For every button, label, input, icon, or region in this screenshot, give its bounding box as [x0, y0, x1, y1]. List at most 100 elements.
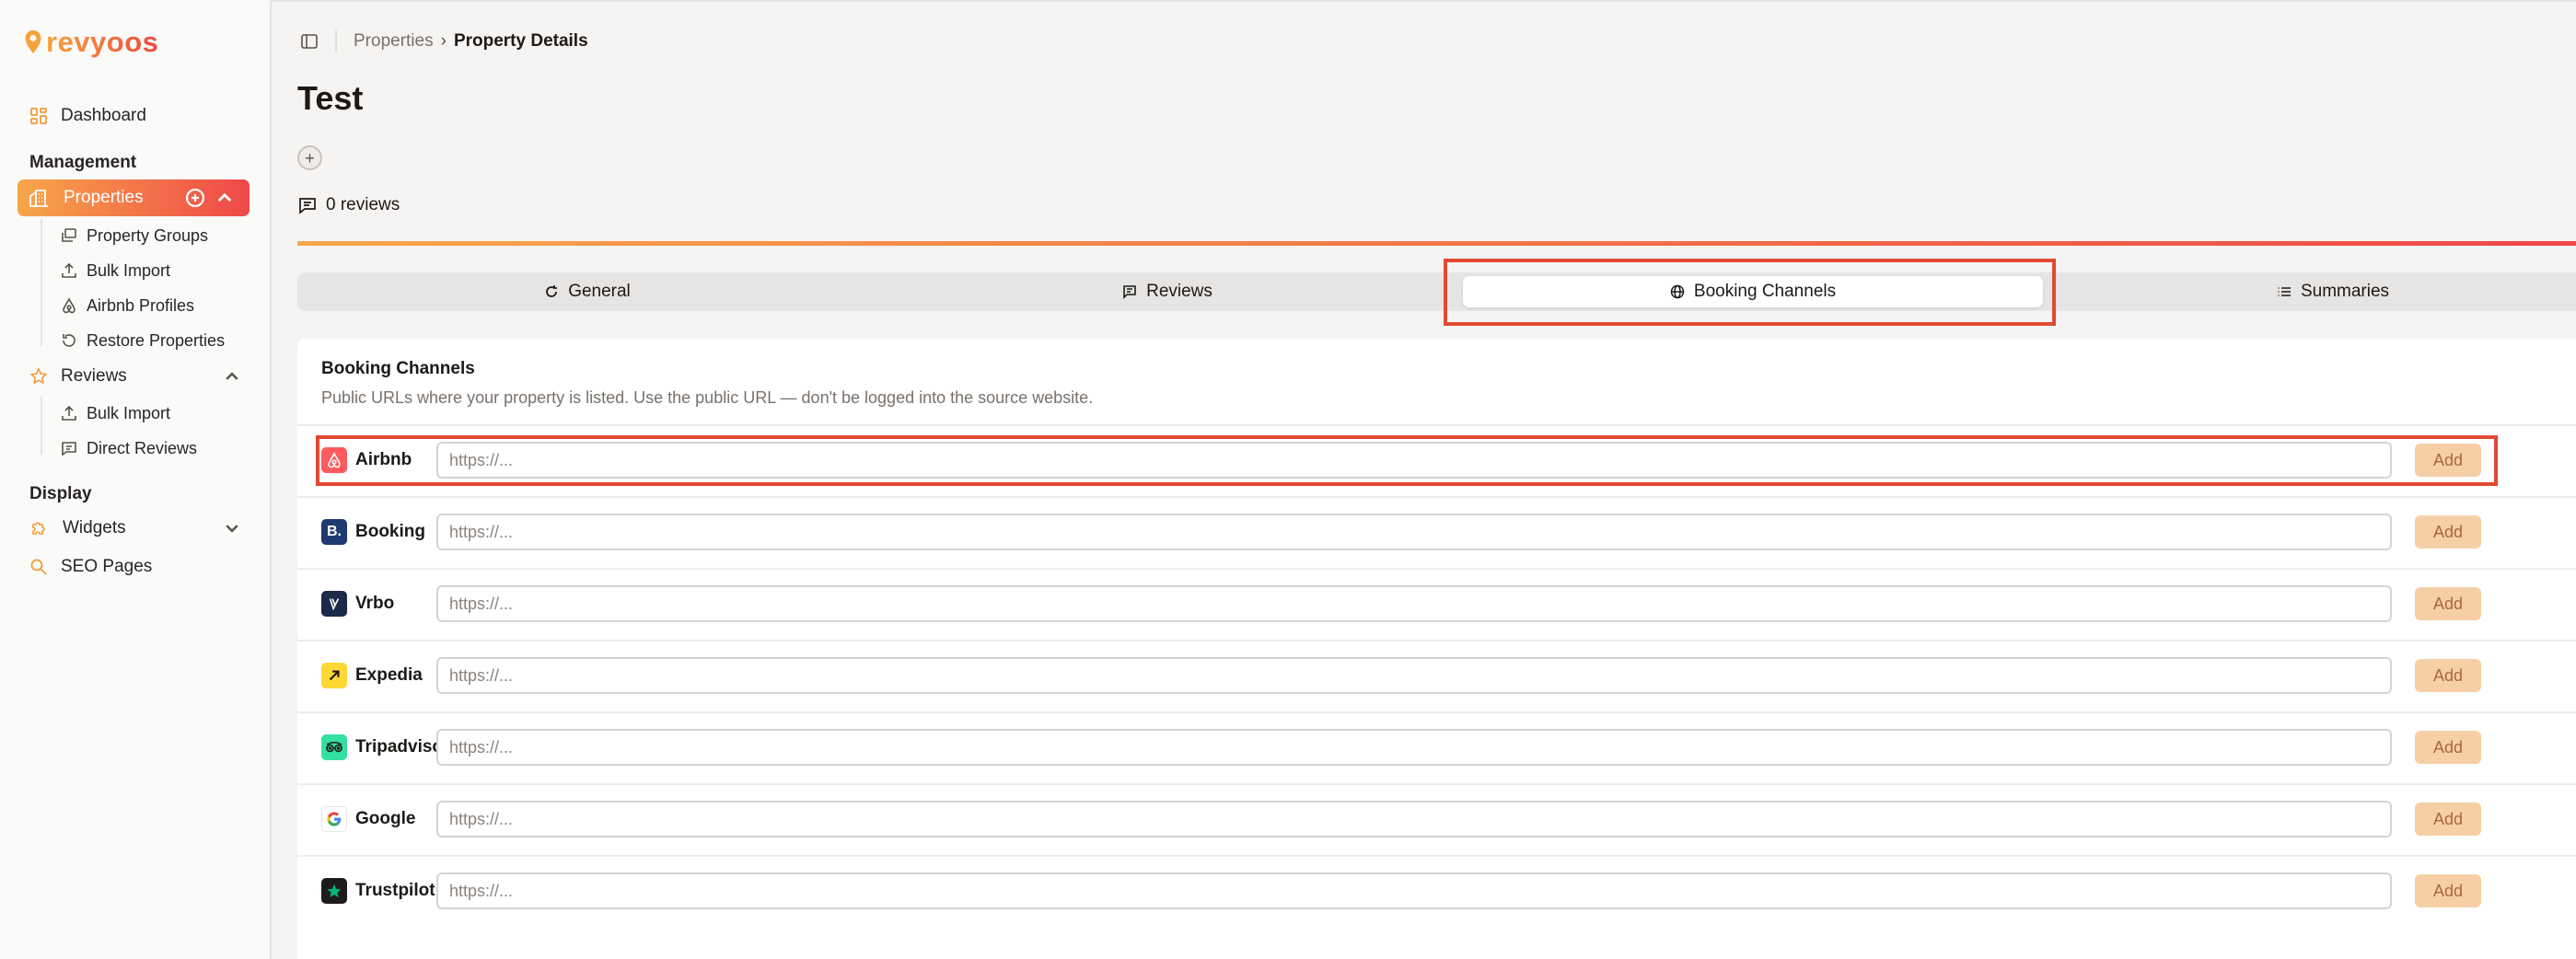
- channel-url-input-expedia[interactable]: [436, 657, 2392, 694]
- tab-label: General: [568, 282, 631, 301]
- sidebar: revyoos Dashboard Management Properties: [0, 0, 272, 959]
- google-icon: [321, 806, 347, 832]
- add-button-trustpilot[interactable]: Add: [2415, 874, 2481, 907]
- sidebar-item-label: Properties: [64, 188, 144, 207]
- sidebar-item-label: Direct Reviews: [87, 438, 198, 457]
- channel-row-trustpilot: Trustpilot Add: [297, 855, 2576, 927]
- airbnb-icon: [321, 447, 347, 473]
- booking-icon: B.: [321, 519, 347, 545]
- breadcrumb-properties[interactable]: Properties: [354, 31, 434, 52]
- sidebar-item-property-groups[interactable]: Property Groups: [61, 222, 208, 249]
- chevron-up-icon[interactable]: [223, 367, 241, 386]
- channel-name: Trustpilot: [355, 881, 435, 900]
- vrbo-icon: [321, 591, 347, 617]
- top-border: [272, 0, 2576, 2]
- grid-icon: [30, 108, 47, 124]
- sidebar-item-label: SEO Pages: [61, 557, 153, 576]
- channel-row-google: Google Add: [297, 783, 2576, 855]
- channel-row-vrbo: Vrbo Add: [297, 568, 2576, 640]
- breadcrumb: Properties › Property Details: [300, 30, 588, 52]
- sidebar-item-seo-pages[interactable]: SEO Pages: [29, 550, 152, 583]
- logo[interactable]: revyoos: [24, 26, 158, 59]
- sidebar-item-label: Widgets: [63, 518, 126, 537]
- list-icon: [2278, 287, 2291, 296]
- sidebar-item-properties[interactable]: Properties: [17, 179, 249, 216]
- channel-name: Booking: [355, 522, 425, 541]
- channel-url-input-booking[interactable]: [436, 514, 2392, 550]
- sidebar-item-widgets[interactable]: Widgets: [29, 512, 241, 545]
- sidebar-item-bulk-import[interactable]: Bulk Import: [61, 257, 170, 284]
- add-button-expedia[interactable]: Add: [2415, 659, 2481, 692]
- upload-icon: [62, 262, 76, 278]
- sidebar-item-reviews-bulk-import[interactable]: Bulk Import: [61, 399, 170, 427]
- layers-icon: [62, 228, 76, 242]
- add-circle-icon[interactable]: [185, 188, 205, 208]
- add-button-vrbo[interactable]: Add: [2415, 587, 2481, 620]
- channel-url-input-tripadvisor[interactable]: [436, 729, 2392, 766]
- sidebar-item-dashboard[interactable]: Dashboard: [29, 99, 146, 133]
- section-display: Display: [29, 484, 92, 503]
- sidebar-item-label: Bulk Import: [87, 260, 171, 280]
- channel-row-booking: B. Booking Add: [297, 496, 2576, 568]
- sidebar-item-airbnb-profiles[interactable]: Airbnb Profiles: [61, 292, 194, 319]
- tripadvisor-icon: [321, 734, 347, 760]
- tab-list: General Reviews Booking Channels Summari…: [297, 272, 2576, 311]
- channel-name: Google: [355, 809, 416, 828]
- building-icon: [29, 190, 48, 207]
- add-button-google[interactable]: Add: [2415, 803, 2481, 836]
- sidebar-item-restore-properties[interactable]: Restore Properties: [61, 327, 225, 354]
- message-icon: [1123, 285, 1136, 299]
- section-management: Management: [29, 153, 137, 172]
- airbnb-icon: [63, 297, 75, 314]
- booking-channels-card: Booking Channels Public URLs where your …: [297, 339, 2576, 959]
- expedia-icon: [321, 663, 347, 688]
- sidebar-toggle-icon[interactable]: [300, 32, 319, 51]
- tab-label: Booking Channels: [1693, 282, 1837, 301]
- channel-url-input-google[interactable]: [436, 801, 2392, 838]
- sidebar-item-reviews[interactable]: Reviews: [29, 360, 241, 393]
- tab-general[interactable]: General: [297, 276, 877, 307]
- tab-summaries[interactable]: Summaries: [2043, 276, 2576, 307]
- tree-line: [41, 219, 42, 346]
- add-button-booking[interactable]: Add: [2415, 515, 2481, 549]
- tab-reviews[interactable]: Reviews: [877, 276, 1457, 307]
- chevron-up-icon[interactable]: [215, 188, 235, 208]
- card-title: Booking Channels: [321, 359, 475, 378]
- chevron-right-icon: ›: [440, 31, 447, 51]
- upload-icon: [62, 405, 76, 421]
- card-subtitle: Public URLs where your property is liste…: [321, 388, 1094, 407]
- sidebar-item-label: Reviews: [61, 366, 127, 386]
- add-tag-button[interactable]: +: [297, 145, 322, 170]
- sidebar-item-label: Bulk Import: [87, 403, 171, 422]
- chevron-down-icon[interactable]: [223, 519, 241, 537]
- reviews-count-text: 0 reviews: [326, 195, 400, 214]
- channel-url-input-vrbo[interactable]: [436, 585, 2392, 622]
- channel-url-input-airbnb[interactable]: [436, 442, 2392, 479]
- add-button-tripadvisor[interactable]: Add: [2415, 731, 2481, 764]
- refresh-icon: [546, 285, 558, 297]
- tab-label: Reviews: [1146, 282, 1213, 301]
- channel-row-tripadvisor: Tripadvisor Add: [297, 711, 2576, 783]
- tab-booking-channels[interactable]: Booking Channels: [1463, 276, 2043, 307]
- location-pin-icon: [25, 30, 41, 53]
- divider: [335, 30, 337, 52]
- reviews-count: 0 reviews: [298, 195, 400, 215]
- star-icon: [29, 367, 48, 385]
- sidebar-item-label: Dashboard: [61, 106, 146, 125]
- message-square-icon: [62, 442, 76, 456]
- breadcrumb-current: Property Details: [453, 31, 588, 51]
- channel-row-expedia: Expedia Add: [297, 640, 2576, 711]
- message-square-icon: [299, 198, 316, 214]
- sidebar-item-label: Property Groups: [87, 225, 209, 245]
- tree-line: [41, 396, 42, 455]
- tab-label: Summaries: [2300, 282, 2390, 301]
- sidebar-item-label: Restore Properties: [87, 330, 226, 350]
- sidebar-item-direct-reviews[interactable]: Direct Reviews: [61, 434, 197, 462]
- add-button-airbnb[interactable]: Add: [2415, 444, 2481, 477]
- channel-name: Expedia: [355, 665, 423, 685]
- puzzle-icon: [32, 522, 45, 535]
- restore-icon: [63, 334, 75, 347]
- trustpilot-icon: [321, 878, 347, 904]
- page-title: Test: [297, 79, 364, 117]
- channel-url-input-trustpilot[interactable]: [436, 872, 2392, 909]
